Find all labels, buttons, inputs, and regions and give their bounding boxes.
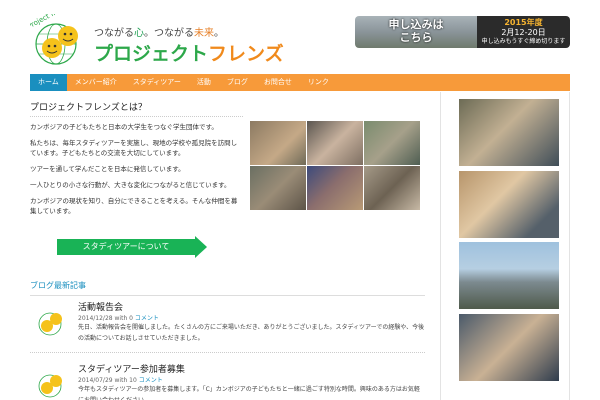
intro-paragraph: カンボジアの子どもたちと日本の大学生をつなぐ学生団体です。 xyxy=(30,123,218,131)
intro-text: カンボジアの子どもたちと日本の大学生をつなぐ学生団体です。 私たちは、毎年スタデ… xyxy=(30,122,243,222)
banner-dates: 2月12-20日 xyxy=(501,28,546,37)
page-title: プロジェクトフレンズとは？ xyxy=(30,100,243,117)
study-tour-button-label: スタディツアーについて xyxy=(57,239,195,255)
collage-photo xyxy=(250,166,306,210)
post-thumbnail-icon xyxy=(38,312,62,336)
banner-info: 2015年度 2月12-20日 申し込みもうすぐ締め切ります xyxy=(477,16,570,48)
banner-cta-text: 申し込みは こちら xyxy=(388,18,444,44)
sidebar-photo[interactable] xyxy=(459,242,559,309)
sidebar-photo[interactable] xyxy=(459,99,559,166)
post-thumbnail-icon xyxy=(38,374,62,398)
banner-deadline: 申し込みもうすぐ締め切ります xyxy=(481,38,566,45)
blog-section-title: ブログ最新記事 xyxy=(30,280,425,296)
collage-photo xyxy=(307,166,363,210)
post-meta: 2014/07/29 with 10 コメント xyxy=(78,377,163,384)
nav-item-members[interactable]: メンバー紹介 xyxy=(67,74,125,91)
banner-photo: 申し込みは こちら xyxy=(355,16,477,48)
nav-item-activities[interactable]: 活動 xyxy=(189,74,219,91)
nav-item-contact[interactable]: お問合せ xyxy=(256,74,300,91)
globe-logo-icon: Project friends xyxy=(30,14,78,65)
site-header: Project friends つながる心。つながる未来。 プロジェクトフレンズ… xyxy=(0,0,600,72)
intro-paragraph: 私たちは、毎年スタディツアーを実施し、現地の学校や孤児院を訪問しています。子ども… xyxy=(30,139,238,157)
sidebar xyxy=(440,92,570,400)
post-title[interactable]: スタディツアー参加者募集 xyxy=(78,362,185,375)
arrow-right-icon xyxy=(195,236,207,258)
post-excerpt: 先日、活動報告会を開催しました。たくさんの方にご来場いただき、ありがとうございま… xyxy=(78,324,425,342)
photo-collage xyxy=(250,121,420,211)
nav-item-study-tour[interactable]: スタディツアー xyxy=(125,74,189,91)
collage-photo xyxy=(250,121,306,165)
study-tour-button[interactable]: スタディツアーについて xyxy=(57,236,207,258)
sidebar-photo[interactable] xyxy=(459,314,559,381)
sidebar-photo[interactable] xyxy=(459,171,559,238)
nav-item-links[interactable]: リンク xyxy=(300,74,337,91)
site-brand-name: プロジェクトフレンズ xyxy=(94,43,284,65)
post-title[interactable]: 活動報告会 xyxy=(78,300,123,313)
nav-item-home[interactable]: ホーム xyxy=(30,74,67,91)
intro-paragraph: ツアーを通して学んだことを日本に発信しています。 xyxy=(30,165,185,173)
post-meta: 2014/12/28 with 0 コメント xyxy=(78,315,159,322)
application-banner[interactable]: 申し込みは こちら 2015年度 2月12-20日 申し込みもうすぐ締め切ります xyxy=(355,16,570,48)
post-comments-link[interactable]: コメント xyxy=(139,377,163,384)
nav-item-blog[interactable]: ブログ xyxy=(219,74,256,91)
site-logo[interactable]: Project friends つながる心。つながる未来。 プロジェクトフレンズ xyxy=(30,8,284,66)
collage-photo xyxy=(364,121,420,165)
post-excerpt: 今年もスタディツアーの参加者を募集します。「C」カンボジアの子どもたちと一緒に過… xyxy=(78,386,420,400)
main-nav: ホーム メンバー紹介 スタディツアー 活動 ブログ お問合せ リンク xyxy=(30,74,570,91)
banner-year: 2015年度 xyxy=(504,18,543,27)
intro-paragraph: カンボジアの現状を知り、自分にできることを考える。そんな仲間を募集しています。 xyxy=(30,197,238,215)
post-divider xyxy=(30,352,425,353)
site-tagline: つながる心。つながる未来。 xyxy=(94,28,224,39)
intro-paragraph: 一人ひとりの小さな行動が、大きな変化につながると信じています。 xyxy=(30,181,231,189)
post-comments-link[interactable]: コメント xyxy=(135,315,159,322)
collage-photo xyxy=(307,121,363,165)
collage-photo xyxy=(364,166,420,210)
